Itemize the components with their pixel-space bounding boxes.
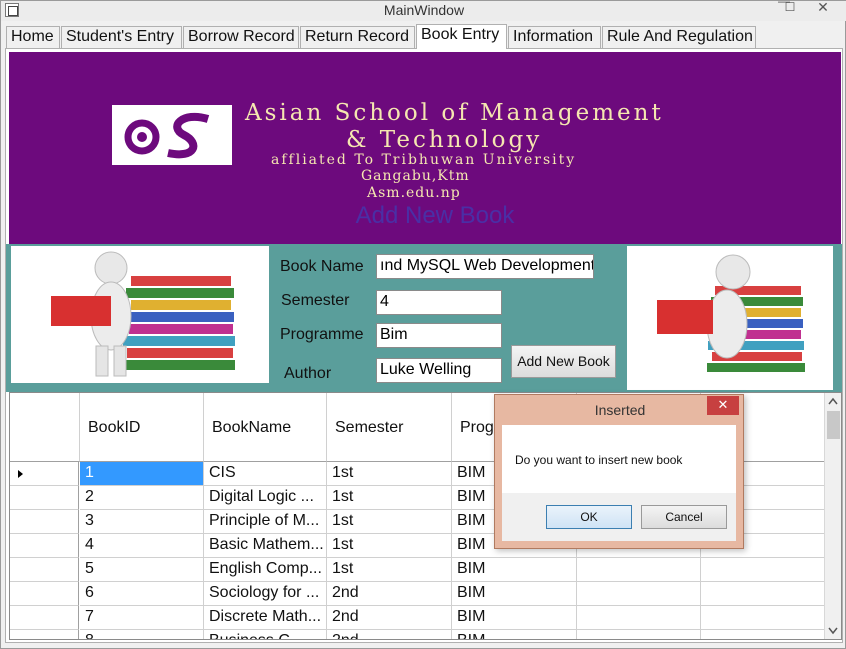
dialog-cancel-button[interactable]: Cancel <box>641 505 727 529</box>
school-banner: Asian School of Management & Technology … <box>9 52 841 244</box>
cell-bookname[interactable]: Discrete Math... <box>204 606 327 630</box>
author-input[interactable]: Luke Welling <box>376 358 502 383</box>
scroll-thumb[interactable] <box>827 411 840 439</box>
cell-semester[interactable]: 2nd <box>327 582 452 606</box>
tab-information[interactable]: Information <box>508 26 601 48</box>
grid-corner <box>10 393 80 462</box>
scroll-up-icon[interactable] <box>828 397 838 405</box>
dialog-body: Do you want to insert new book <box>502 425 736 493</box>
tab-bar: Home Student's Entry Borrow Record Retur… <box>6 24 842 49</box>
school-name-line-1: Asian School of Management <box>245 100 664 126</box>
row-header[interactable] <box>10 606 79 630</box>
cell-studentid[interactable] <box>701 582 827 606</box>
cell-bookname[interactable]: CIS <box>204 462 327 486</box>
cell-bookid[interactable]: 2 <box>80 486 204 510</box>
cell-bookid[interactable]: 5 <box>80 558 204 582</box>
cell-bookname[interactable]: English Comp... <box>204 558 327 582</box>
author-label: Author <box>284 365 332 382</box>
tab-book-entry[interactable]: Book Entry <box>416 24 507 49</box>
cell-programme[interactable]: BIM <box>452 606 577 630</box>
tab-rule-and-regulation[interactable]: Rule And Regulation <box>602 26 756 48</box>
cell-programme[interactable]: BIM <box>452 582 577 606</box>
row-header[interactable] <box>10 462 79 486</box>
row-header[interactable] <box>10 630 79 639</box>
book-name-label: Book Name <box>280 258 364 275</box>
cell-semester[interactable]: 2nd <box>327 630 452 639</box>
cell-semester[interactable]: 1st <box>327 510 452 534</box>
cell-bookname[interactable]: Sociology for ... <box>204 582 327 606</box>
cell-bookname[interactable]: Digital Logic ... <box>204 486 327 510</box>
school-logo <box>112 105 232 165</box>
scroll-down-icon[interactable] <box>828 627 838 635</box>
semester-label: Semester <box>281 292 350 309</box>
cell-semester[interactable]: 1st <box>327 534 452 558</box>
column-header-semester[interactable]: Semester <box>327 393 452 462</box>
row-header[interactable] <box>10 534 79 558</box>
student-reading-illustration-left <box>11 246 269 383</box>
student-reading-illustration-right <box>627 246 833 390</box>
cell-bookid[interactable]: 3 <box>80 510 204 534</box>
cell-author[interactable] <box>577 558 701 582</box>
window-title: MainWindow <box>383 2 465 18</box>
grid-vertical-scrollbar[interactable] <box>824 393 841 639</box>
row-header[interactable] <box>10 558 79 582</box>
column-header-bookid[interactable]: BookID <box>80 393 204 462</box>
cell-bookname[interactable]: Principle of M... <box>204 510 327 534</box>
cell-programme[interactable]: BIM <box>452 558 577 582</box>
dialog-close-button[interactable]: ✕ <box>707 396 739 415</box>
school-name-line-2: & Technology <box>346 127 543 153</box>
row-header[interactable] <box>10 486 79 510</box>
row-header[interactable] <box>10 582 79 606</box>
book-form: Book Name ınd MySQL Web Development Seme… <box>6 244 842 392</box>
tab-home[interactable]: Home <box>6 26 60 48</box>
cell-author[interactable] <box>577 606 701 630</box>
cell-bookname[interactable]: Basic Mathem... <box>204 534 327 558</box>
location-text: Gangabu,Ktm <box>361 168 470 184</box>
close-button[interactable]: ✕ <box>813 0 833 15</box>
maximize-button[interactable]: ☐ <box>780 1 800 15</box>
tab-students-entry[interactable]: Student's Entry <box>61 26 182 48</box>
programme-input[interactable]: Bim <box>376 323 502 348</box>
cell-studentid[interactable] <box>701 630 827 639</box>
cell-studentid[interactable] <box>701 606 827 630</box>
cell-semester[interactable]: 1st <box>327 558 452 582</box>
cell-bookid[interactable]: 8 <box>80 630 204 639</box>
cell-semester[interactable]: 1st <box>327 486 452 510</box>
cell-semester[interactable]: 1st <box>327 462 452 486</box>
dialog-footer: OK Cancel <box>502 493 736 541</box>
cell-author[interactable] <box>577 582 701 606</box>
book-entry-page: Asian School of Management & Technology … <box>5 48 843 643</box>
website-text: Asm.edu.np <box>367 185 461 201</box>
row-header[interactable] <box>10 510 79 534</box>
affiliation-text: affliated To Tribhuwan University <box>271 152 577 168</box>
cell-semester[interactable]: 2nd <box>327 606 452 630</box>
cell-bookid[interactable]: 4 <box>80 534 204 558</box>
dialog-message: Do you want to insert new book <box>515 453 683 467</box>
cell-bookid[interactable]: 1 <box>80 462 204 486</box>
book-name-input[interactable]: ınd MySQL Web Development <box>376 254 594 279</box>
dialog-ok-button[interactable]: OK <box>546 505 632 529</box>
main-window: MainWindow — ☐ ✕ Home Student's Entry Bo… <box>0 0 846 649</box>
column-header-bookname[interactable]: BookName <box>204 393 327 462</box>
cell-bookid[interactable]: 6 <box>80 582 204 606</box>
tab-return-record[interactable]: Return Record <box>300 26 415 48</box>
semester-input[interactable]: 4 <box>376 290 502 315</box>
current-row-icon <box>18 470 23 478</box>
programme-label: Programme <box>280 326 364 343</box>
form-title: Add New Book <box>355 202 515 229</box>
cell-author[interactable] <box>577 630 701 639</box>
cell-bookname[interactable]: Business C... <box>204 630 327 639</box>
cell-bookid[interactable]: 7 <box>80 606 204 630</box>
cell-programme[interactable]: BIM <box>452 630 577 639</box>
inserted-dialog: Inserted ✕ Do you want to insert new boo… <box>494 394 744 549</box>
title-bar[interactable]: MainWindow — ☐ ✕ <box>1 0 846 21</box>
add-new-book-button[interactable]: Add New Book <box>511 345 616 378</box>
tab-borrow-record[interactable]: Borrow Record <box>183 26 299 48</box>
cell-studentid[interactable] <box>701 558 827 582</box>
